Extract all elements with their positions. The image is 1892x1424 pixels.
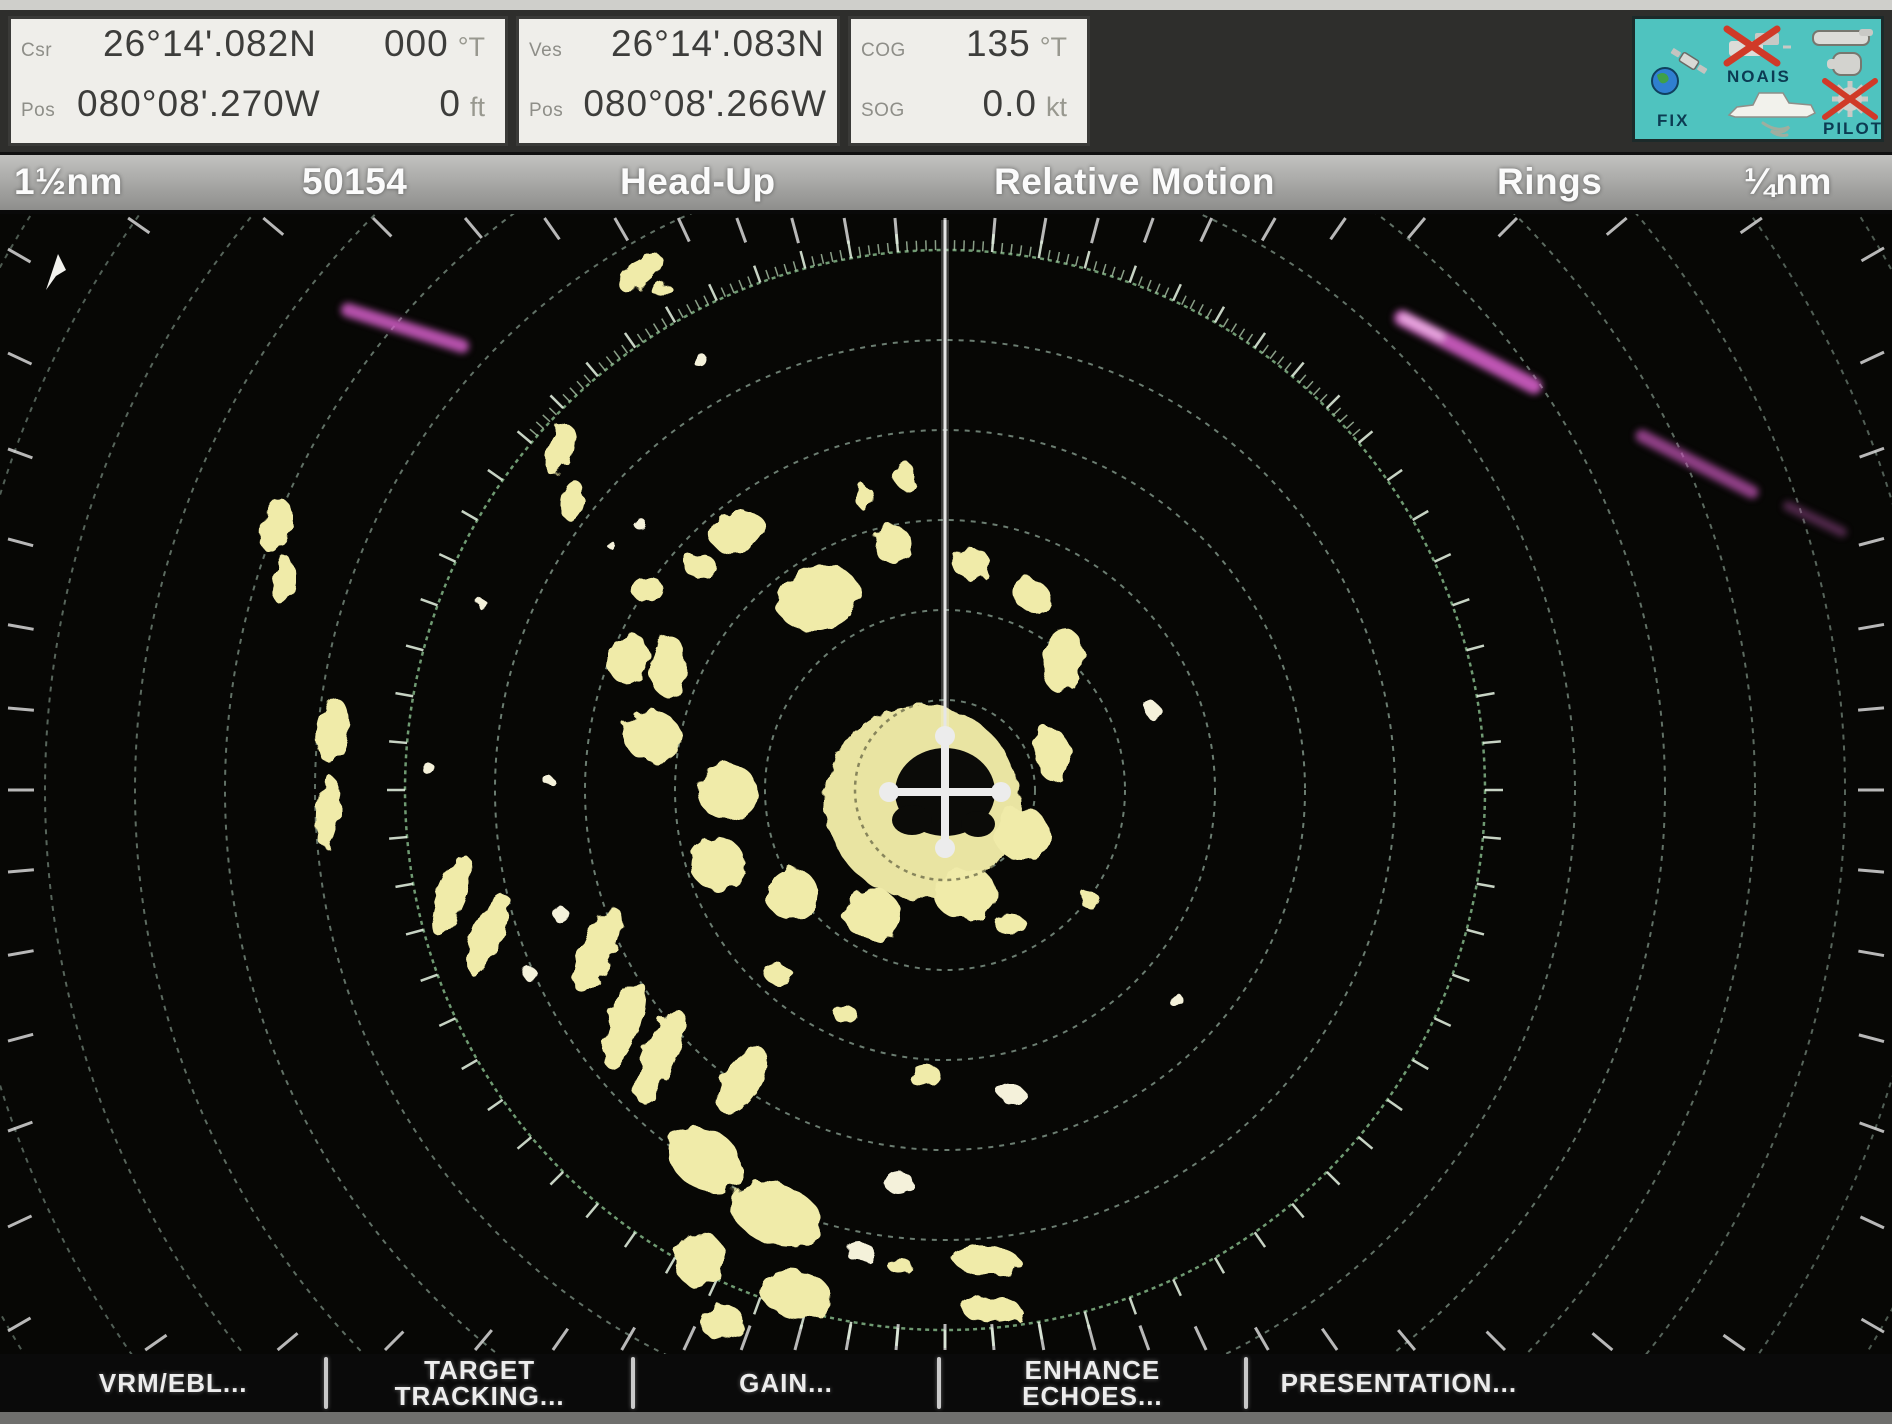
menu-presentation[interactable]: PRESENTATION... [1248,1370,1550,1396]
motion-mode[interactable]: Relative Motion [994,161,1275,203]
sog-value: 0.0 [983,83,1037,125]
no-ais-icon[interactable] [1719,25,1793,69]
vessel-longitude: 080°08'.266W [583,83,827,125]
vessel-label: Ves [529,40,585,62]
orientation-mode[interactable]: Head-Up [620,161,776,203]
menu-gain[interactable]: GAIN... [635,1370,937,1396]
cursor-depth-unit: ft [470,92,485,123]
rings-interval: ¼nm [1744,161,1832,203]
vessel-icon[interactable] [1723,83,1823,139]
vessel-position-panel: Ves 26°14'.083N Pos 080°08'.266W [516,16,840,146]
radar-status-bar: 1½nm 50154 Head-Up Relative Motion Rings… [0,152,1892,214]
satellite-fix-icon[interactable] [1649,45,1713,99]
cursor-bearing: 000 [384,23,449,65]
menu-separator [937,1357,941,1409]
rings-label[interactable]: Rings [1497,161,1602,203]
vessel-pos-label: Pos [529,100,583,122]
cursor-bearing-unit: °T [458,32,485,63]
sog-unit: kt [1046,92,1067,123]
menu-enhance-echoes[interactable]: ENHANCE ECHOES... [941,1357,1243,1409]
bezel-top-strip [0,0,1892,10]
vessel-latitude: 26°14'.083N [611,23,825,65]
cursor-label: Csr [21,40,77,62]
bottom-menu-bar: VRM/EBL... TARGET TRACKING... GAIN... EN… [0,1354,1892,1412]
cursor-longitude: 080°08'.270W [77,83,321,125]
pilot-label: PILOT [1823,119,1883,139]
radar-ppi-area[interactable] [0,214,1892,1354]
menu-separator [631,1357,635,1409]
course-speed-panel: COG 135 °T SOG 0.0 kt [848,16,1090,146]
radar-echoes [257,247,1183,1340]
sog-label: SOG [861,100,917,122]
menu-vrm-ebl[interactable]: VRM/EBL... [22,1370,324,1396]
cursor-data-panel: Csr 26°14'.082N 000 °T Pos 080°08'.270W … [8,16,508,146]
bezel-bottom-strip [0,1412,1892,1424]
cursor-latitude: 26°14'.082N [103,23,317,65]
menu-separator [324,1357,328,1409]
cursor-pos-label: Pos [21,100,77,122]
fix-label: FIX [1657,111,1689,131]
cursor-depth: 0 [439,83,461,125]
id-code: 50154 [302,161,407,203]
pilot-crossed-icon[interactable] [1817,77,1883,125]
menu-separator [1244,1357,1248,1409]
cog-value: 135 [966,23,1031,65]
menu-target-tracking[interactable]: TARGET TRACKING... [328,1357,630,1409]
radar-display-screen: Csr 26°14'.082N 000 °T Pos 080°08'.270W … [0,0,1892,1424]
status-icon-panel: FIX NOAIS [1632,16,1884,142]
range-scale[interactable]: 1½nm [14,161,123,203]
cog-unit: °T [1040,32,1067,63]
cursor-marker [46,254,66,290]
header-bar: Csr 26°14'.082N 000 °T Pos 080°08'.270W … [0,0,1892,152]
cog-label: COG [861,40,917,62]
